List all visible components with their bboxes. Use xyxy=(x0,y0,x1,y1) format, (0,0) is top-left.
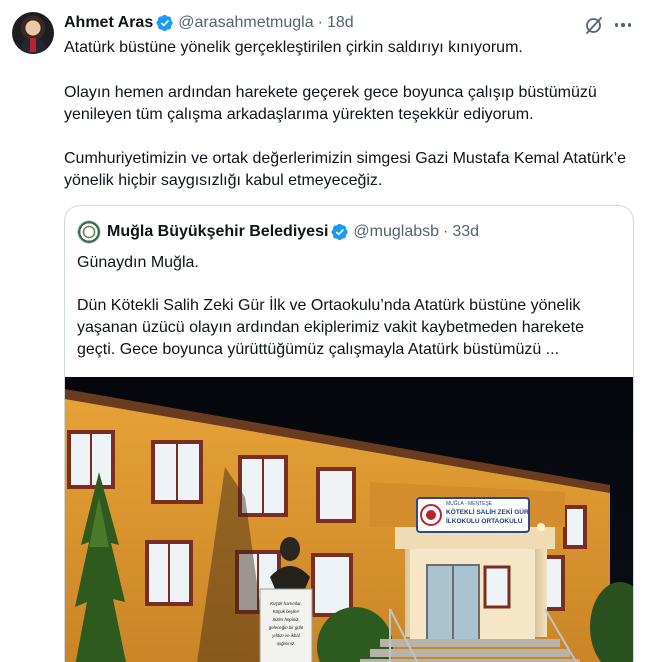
school-building-photo[interactable]: MUĞLA - MENTEŞE KÖTEKLİ SALİH ZEKİ GÜR İ… xyxy=(65,377,634,662)
plaque-line-5: yıldızı ve ikbal xyxy=(271,633,301,638)
plaque-line-6: ışığısınız. xyxy=(277,641,296,646)
grok-icon[interactable] xyxy=(584,15,604,35)
separator-dot: · xyxy=(317,14,323,31)
verified-badge-icon xyxy=(156,14,173,32)
plaque-line-2: Küçük beyler! xyxy=(273,609,300,614)
tweet-paragraph-1: Atatürk büstüne yönelik gerçekleştirilen… xyxy=(64,39,523,56)
timestamp[interactable]: 18d xyxy=(327,14,354,32)
quoted-tweet[interactable]: Muğla Büyükşehir Belediyesi @muglabsb · … xyxy=(64,205,634,662)
sign-line-3: İLKOKULU ORTAOKULU xyxy=(446,517,523,525)
plaque-line-4: geleceğin bir gülü xyxy=(269,625,304,630)
author-handle[interactable]: @arasahmetmugla xyxy=(178,14,313,32)
tweet-header: Ahmet Aras @arasahmetmugla · 18d xyxy=(64,12,354,34)
quoted-author-handle: @muglabsb xyxy=(353,223,440,240)
separator-dot: · xyxy=(443,223,449,240)
plaque-line-3: Sizler hepiniz, xyxy=(272,617,299,622)
quoted-paragraph-1: Günaydın Muğla. xyxy=(77,254,199,271)
quoted-timestamp: 33d xyxy=(452,223,480,240)
tweet-paragraph-2: Olayın hemen ardından harekete geçerek g… xyxy=(64,84,597,123)
author-avatar[interactable] xyxy=(12,12,54,54)
quoted-author-name: Muğla Büyükşehir Belediyesi xyxy=(107,223,329,240)
quoted-author-avatar xyxy=(77,220,101,244)
quoted-paragraph-2: Dün Kötekli Salih Zeki Gür İlk ve Ortaok… xyxy=(77,297,584,358)
sign-line-2: KÖTEKLİ SALİH ZEKİ GÜR xyxy=(446,507,529,516)
quoted-tweet-header: Muğla Büyükşehir Belediyesi @muglabsb · … xyxy=(77,220,479,244)
tweet-paragraph-3: Cumhuriyetimizin ve ortak değerlerimizin… xyxy=(64,150,626,189)
tweet[interactable]: Ahmet Aras @arasahmetmugla · 18d Atatürk… xyxy=(0,0,645,662)
plaque-line-1: Küçük hanımlar, xyxy=(270,601,301,606)
sign-line-1: MUĞLA - MENTEŞE xyxy=(446,500,493,507)
verified-badge-icon xyxy=(331,223,349,241)
more-options-icon[interactable] xyxy=(612,14,634,36)
author-name[interactable]: Ahmet Aras xyxy=(64,14,153,32)
